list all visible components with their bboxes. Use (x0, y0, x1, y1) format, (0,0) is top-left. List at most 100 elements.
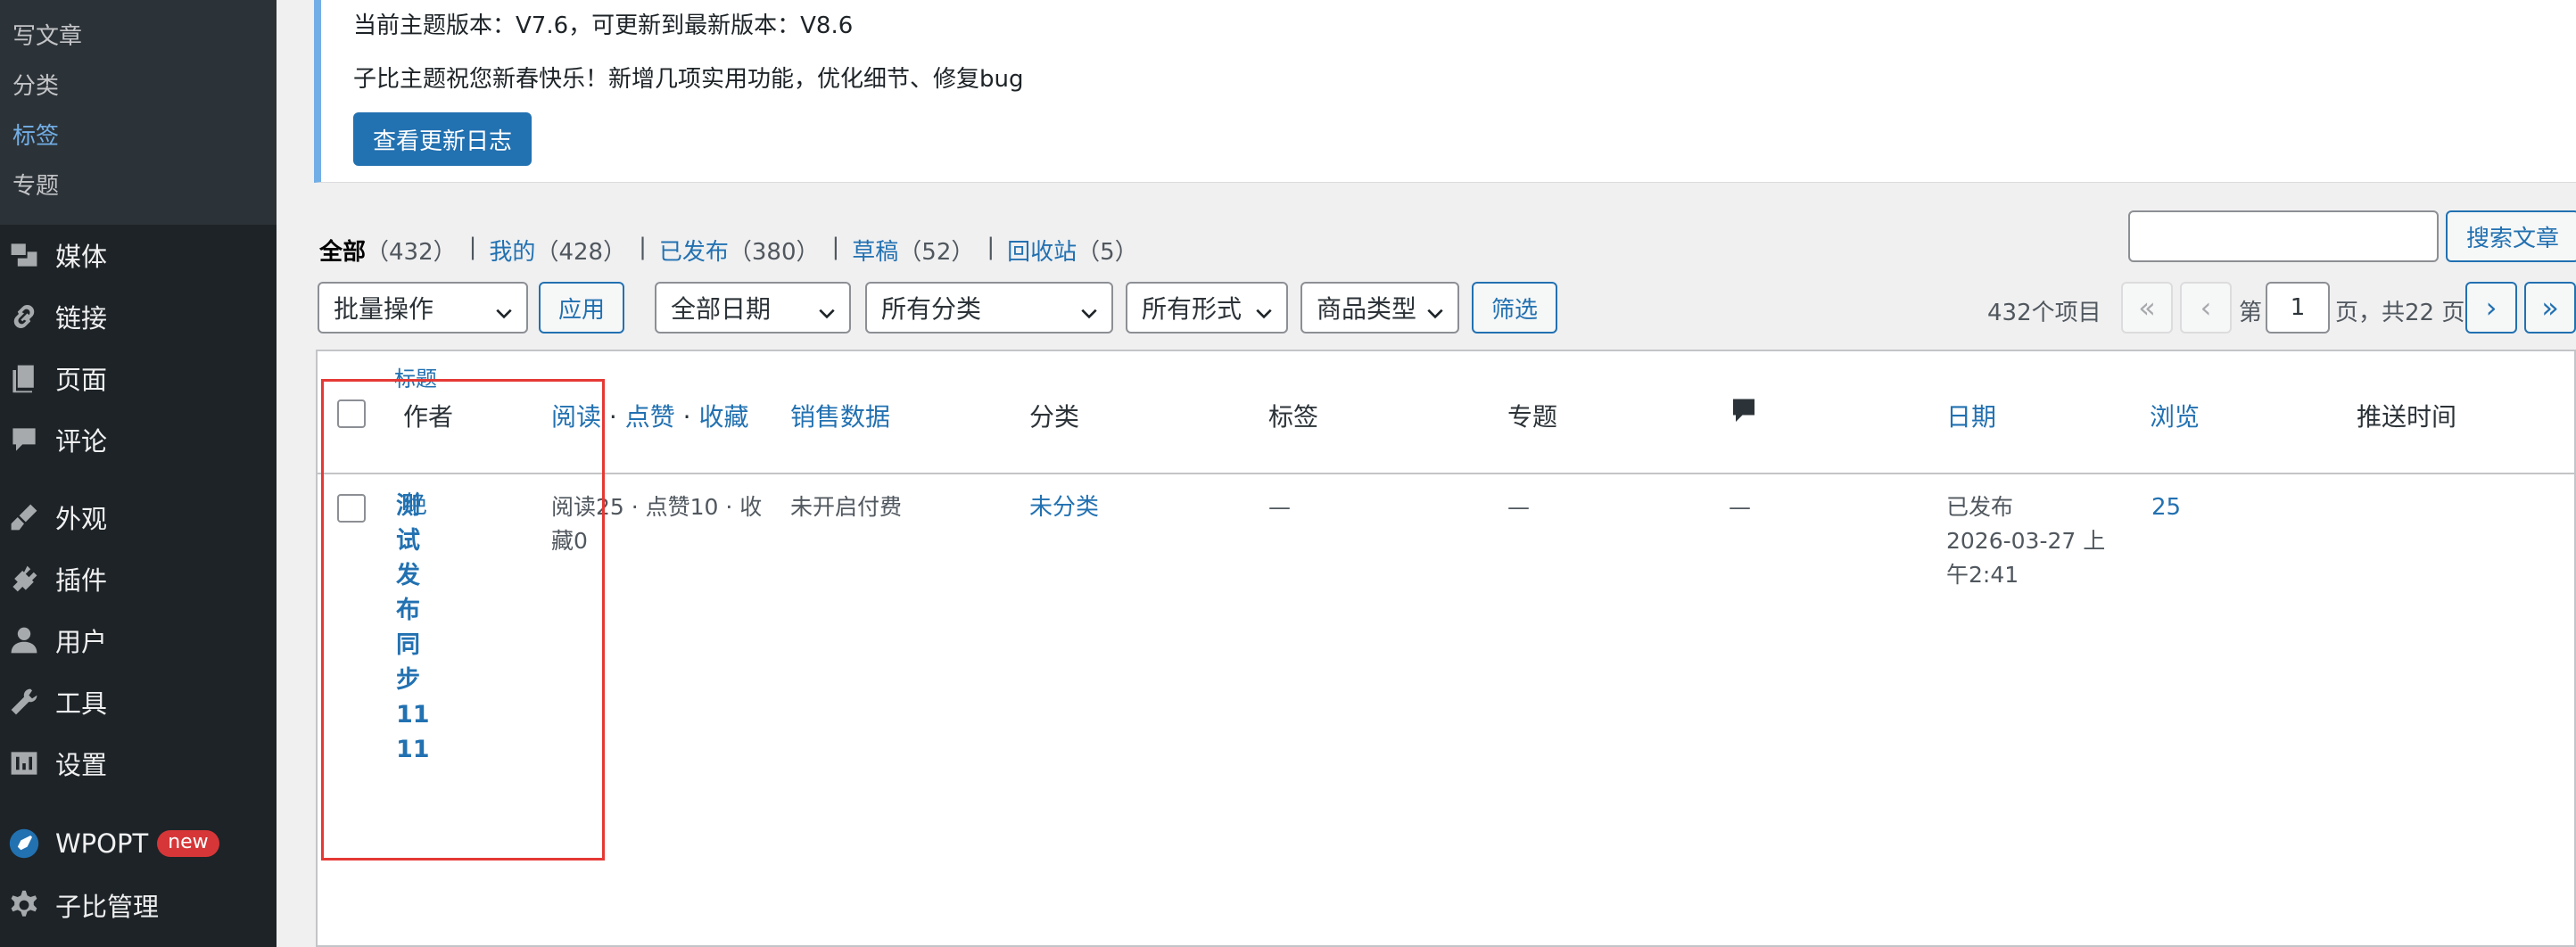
chevron-down-icon (1425, 300, 1445, 319)
product-type-value: 商品类型 (1317, 294, 1417, 324)
product-type-select[interactable]: 商品类型 (1300, 282, 1459, 334)
link-icon (7, 300, 41, 334)
filter-button[interactable]: 筛选 (1472, 282, 1557, 334)
page-total: 页，共22 页 (2335, 300, 2465, 326)
menu-appearance[interactable]: 外观 (0, 490, 277, 544)
column-tags: 标签 (1268, 402, 1319, 432)
status-mine-count: （428） (535, 239, 627, 266)
page-prefix: 第 (2239, 300, 2263, 326)
post-date-status: 已发布 (1946, 494, 2014, 520)
chevron-down-icon (1079, 300, 1099, 319)
sort-likes[interactable]: 点赞 (625, 402, 675, 432)
status-mine-label[interactable]: 我的 (489, 234, 535, 267)
column-sales[interactable]: 销售数据 (790, 398, 890, 433)
table-header: 标题 作者 阅读 · 点赞 · 收藏 销售数据 分类 标签 专题 日期 浏览 推… (318, 351, 2574, 474)
category-filter-select[interactable]: 所有分类 (865, 282, 1113, 334)
menu-zibi-admin-label: 子比管理 (55, 892, 160, 922)
column-category: 分类 (1029, 402, 1080, 432)
menu-plugins[interactable]: 插件 (0, 552, 277, 605)
highlight-annotation-box (321, 379, 605, 861)
items-count: 432个项目 (1987, 300, 2101, 326)
apply-button[interactable]: 应用 (539, 282, 624, 334)
status-all[interactable]: 全部 （432） (319, 234, 457, 267)
menu-media-label: 媒体 (55, 242, 108, 272)
search-input[interactable] (2128, 210, 2439, 262)
bulk-actions-value: 批量操作 (334, 294, 434, 324)
menu-media[interactable]: 媒体 (0, 228, 277, 282)
menu-wpopt[interactable]: WPOPT new (0, 817, 277, 870)
status-mine[interactable]: 我的 （428） (489, 234, 626, 267)
next-page-button[interactable]: › (2465, 282, 2517, 334)
last-page-button[interactable]: » (2524, 282, 2576, 334)
post-topic: — (1507, 494, 1530, 520)
category-filter-value: 所有分类 (881, 294, 982, 324)
menu-pages[interactable]: 页面 (0, 351, 277, 405)
post-views: 25 (2151, 494, 2182, 521)
status-trash-count: （5） (1077, 239, 1138, 266)
menu-tools-label: 工具 (55, 688, 108, 719)
menu-wpopt-label: WPOPT (55, 828, 149, 859)
separator: | (831, 234, 840, 260)
column-date[interactable]: 日期 (1946, 398, 1996, 433)
post-comments: — (1729, 494, 1751, 520)
page-icon (7, 361, 41, 395)
media-icon (7, 238, 41, 272)
posts-submenu: 写文章 分类 标签 专题 (0, 0, 277, 225)
current-page-input[interactable]: 1 (2266, 282, 2330, 334)
search-posts-button[interactable]: 搜索文章 (2446, 210, 2576, 262)
submenu-tags[interactable]: 标签 (12, 118, 59, 151)
status-published-label[interactable]: 已发布 (659, 234, 729, 267)
prev-page-button[interactable]: ‹ (2180, 282, 2232, 334)
menu-comments[interactable]: 评论 (0, 413, 277, 466)
stats-dot: · (608, 402, 617, 432)
status-published-count: （380） (728, 239, 820, 266)
column-views[interactable]: 浏览 (2150, 398, 2200, 433)
comment-icon (7, 423, 41, 457)
post-status-links: 全部 （432） | 我的 （428） | 已发布 （380） | 草稿 （52） | … (319, 234, 1138, 267)
status-published[interactable]: 已发布 （380） (659, 234, 820, 267)
menu-plugins-label: 插件 (55, 565, 108, 596)
post-sales: 未开启付费 (790, 494, 903, 520)
menu-pages-label: 页面 (55, 365, 108, 395)
admin-sidebar: 写文章 分类 标签 专题 媒体 链接 页面 评论 外观 插件 用户 工具 设置 (0, 0, 277, 947)
bulk-actions-select[interactable]: 批量操作 (318, 282, 528, 334)
date-filter-value: 全部日期 (671, 294, 772, 324)
format-filter-select[interactable]: 所有形式 (1126, 282, 1288, 334)
status-all-label: 全部 (319, 239, 367, 266)
status-trash-label[interactable]: 回收站 (1007, 234, 1077, 267)
date-filter-select[interactable]: 全部日期 (655, 282, 851, 334)
appearance-icon (7, 500, 41, 534)
status-drafts-label[interactable]: 草稿 (852, 234, 898, 267)
first-page-button[interactable]: « (2121, 282, 2173, 334)
column-topic: 专题 (1507, 402, 1558, 432)
submenu-topics[interactable]: 专题 (12, 168, 59, 201)
submenu-categories[interactable]: 分类 (12, 68, 59, 101)
menu-settings[interactable]: 设置 (0, 737, 277, 790)
column-push-time: 推送时间 (2357, 402, 2457, 432)
plugin-icon (7, 562, 41, 596)
column-comments (1730, 396, 1757, 432)
menu-tools[interactable]: 工具 (0, 675, 277, 729)
menu-links-label: 链接 (55, 303, 108, 334)
rocket-icon (7, 827, 41, 861)
menu-links[interactable]: 链接 (0, 290, 277, 343)
chevron-down-icon (1254, 300, 1274, 319)
version-text: 当前主题版本：V7.6，可更新到最新版本：V8.6 (353, 12, 854, 39)
status-all-count: （432） (366, 239, 457, 266)
status-drafts[interactable]: 草稿 （52） (852, 234, 974, 267)
post-date-value: 2026-03-27 上午2:41 (1946, 528, 2106, 588)
comment-icon (1730, 399, 1757, 432)
status-trash[interactable]: 回收站 （5） (1007, 234, 1138, 267)
separator: | (987, 234, 995, 260)
post-category-link[interactable]: 未分类 (1029, 490, 1099, 524)
tools-icon (7, 685, 41, 719)
sort-favorites[interactable]: 收藏 (698, 402, 748, 432)
status-drafts-count: （52） (898, 239, 975, 266)
submenu-write-post[interactable]: 写文章 (12, 18, 82, 51)
separator: | (639, 234, 647, 260)
user-icon (7, 623, 41, 657)
menu-users[interactable]: 用户 (0, 613, 277, 667)
view-changelog-button[interactable]: 查看更新日志 (353, 112, 533, 166)
settings-icon (7, 746, 41, 780)
menu-zibi-admin[interactable]: 子比管理 (0, 878, 277, 932)
